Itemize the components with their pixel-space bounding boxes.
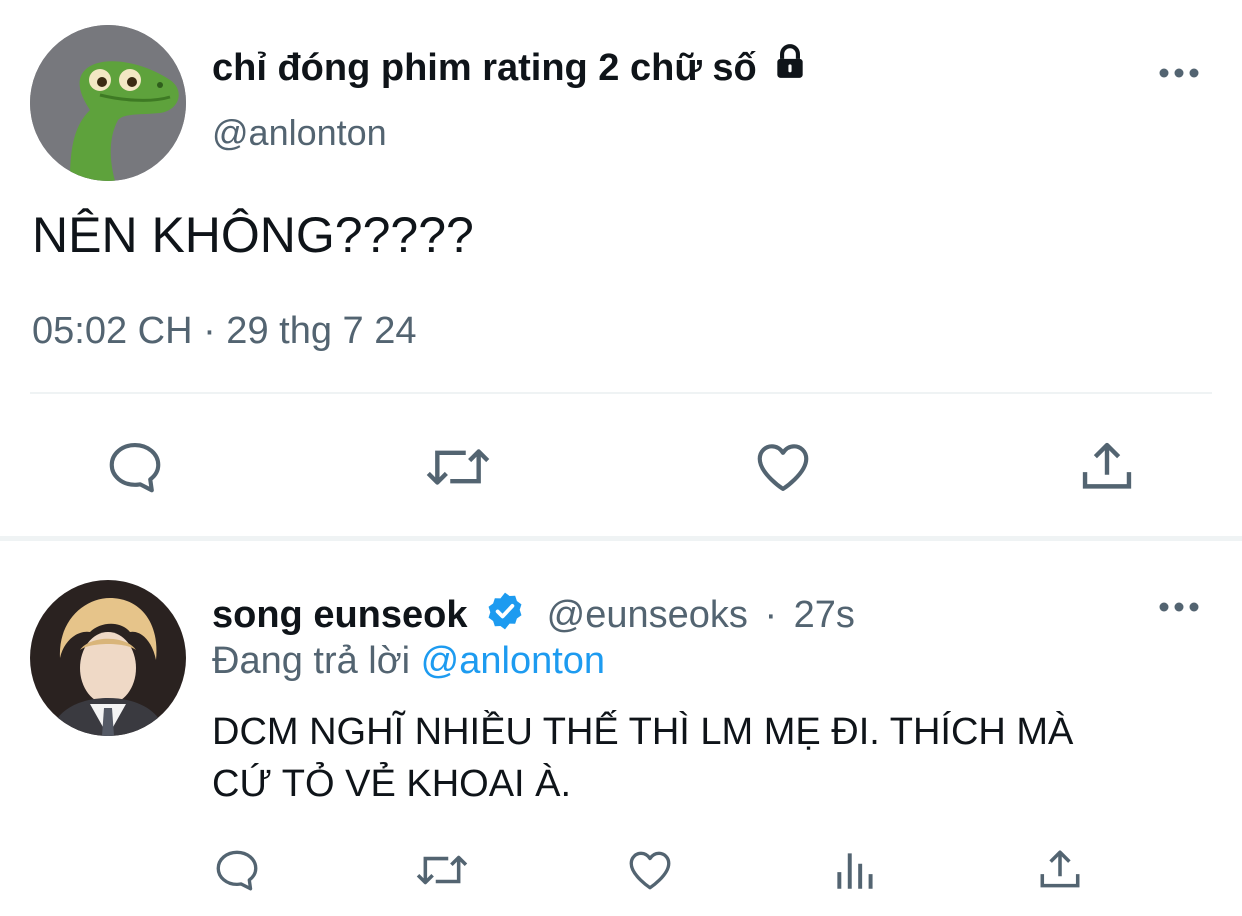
share-icon[interactable] <box>1076 436 1138 498</box>
share-icon[interactable] <box>1035 845 1085 895</box>
mention-link[interactable]: @anlonton <box>421 640 605 682</box>
reply-header: song eunseok @eunseoks · 27s <box>212 590 855 637</box>
replying-label: Đang trả lời <box>212 640 411 682</box>
tweet-text: NÊN KHÔNG????? <box>32 207 474 263</box>
section-separator <box>0 536 1242 541</box>
dinosaur-avatar-image <box>30 25 186 181</box>
display-name[interactable]: song eunseok <box>212 594 468 636</box>
avatar[interactable] <box>30 25 186 181</box>
avatar[interactable] <box>30 580 186 736</box>
timestamp[interactable]: 05:02 CH · 29 thg 7 24 <box>32 310 416 353</box>
tweet-text-line: CỨ TỎ VẺ KHOAI À. <box>212 763 572 805</box>
divider <box>30 392 1212 394</box>
portrait-avatar-image <box>30 580 186 736</box>
retweet-icon[interactable] <box>424 436 492 498</box>
more-dots-icon[interactable] <box>1158 64 1200 82</box>
display-name[interactable]: chỉ đóng phim rating 2 chữ số <box>212 43 809 90</box>
separator: · <box>764 594 778 636</box>
retweet-icon[interactable] <box>414 845 470 895</box>
verified-badge-icon <box>484 590 526 632</box>
handle[interactable]: @eunseoks <box>547 594 748 636</box>
like-icon[interactable] <box>625 845 675 895</box>
replying-to: Đang trả lời @anlonton <box>212 640 605 683</box>
time[interactable]: 27s <box>794 594 855 636</box>
more-dots-icon[interactable] <box>1158 598 1200 616</box>
like-icon[interactable] <box>752 436 814 498</box>
analytics-icon[interactable] <box>831 845 881 895</box>
handle[interactable]: @anlonton <box>212 112 387 154</box>
lock-icon <box>771 43 809 81</box>
tweet-text-line: DCM NGHĨ NHIỀU THẾ THÌ LM MẸ ĐI. THÍCH M… <box>212 711 1074 753</box>
tweet-text: DCM NGHĨ NHIỀU THẾ THÌ LM MẸ ĐI. THÍCH M… <box>212 706 1073 810</box>
reply-icon[interactable] <box>104 436 166 498</box>
reply-icon[interactable] <box>212 845 262 895</box>
